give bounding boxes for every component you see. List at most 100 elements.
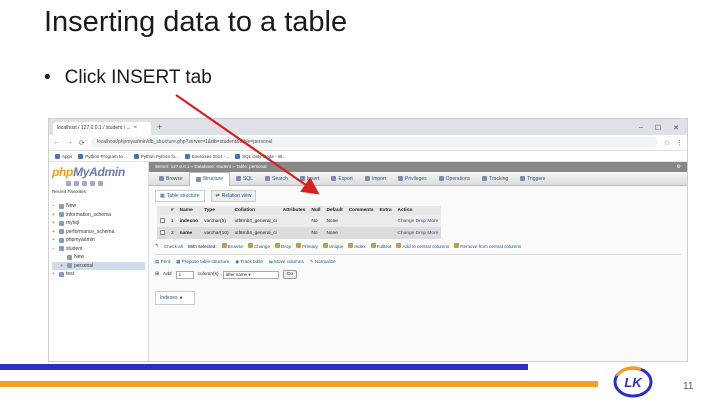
tab-import[interactable]: Import [359, 172, 392, 186]
tree-item-student[interactable]: – student [52, 245, 145, 254]
reload-nav-icon[interactable] [98, 181, 103, 186]
bookmark-item[interactable]: Apps [55, 153, 72, 159]
tab-sql[interactable]: SQL [230, 172, 259, 186]
row-checkbox[interactable] [160, 217, 165, 223]
index-action[interactable]: Index [348, 243, 366, 249]
unique-action[interactable]: Unique [322, 243, 343, 249]
bookmark-icon [184, 153, 190, 159]
expand-icon[interactable]: + [52, 212, 57, 218]
indexes-toggle[interactable]: Indexes ● [155, 291, 195, 305]
expand-icon[interactable]: + [60, 263, 65, 269]
sql-icon [235, 176, 241, 181]
tab-export[interactable]: Export [325, 172, 358, 186]
check-all-link[interactable]: Check all [164, 244, 183, 249]
tab-title: localhost / 127.0.0.1 / student / ... [57, 125, 131, 131]
add-central-action[interactable]: Add to central columns [396, 243, 449, 249]
tab-privileges[interactable]: Privileges [392, 172, 433, 186]
go-button[interactable]: Go [282, 270, 298, 279]
back-icon[interactable]: ← [53, 139, 60, 146]
tree-item-information-schema[interactable]: + information_schema [52, 211, 145, 220]
database-icon [59, 229, 64, 235]
subtab-table-structure[interactable]: ▦ Table structure [155, 190, 205, 202]
bookmark-icon [235, 153, 241, 159]
star-icon[interactable]: ☆ [664, 139, 670, 147]
pencil-icon [247, 243, 253, 248]
tab-operations[interactable]: Operations [433, 172, 476, 186]
drop-link[interactable]: Drop [416, 231, 426, 236]
tab-insert[interactable]: Insert [294, 172, 326, 186]
columns-table: # Name Type Collation Attributes Null De… [157, 206, 442, 239]
tree-item-performance-schema[interactable]: + performance_schema [52, 228, 145, 237]
recent-favorites[interactable]: Recent Favorites [52, 189, 145, 194]
browser-tab[interactable]: localhost / 127.0.0.1 / student / ... × [53, 122, 151, 135]
url-field[interactable]: localhost/phpmyadmin/db_structure.php?se… [90, 137, 658, 148]
remove-central-action[interactable]: Remove from central columns [454, 243, 521, 249]
minimize-icon[interactable]: – [639, 124, 643, 132]
expand-icon[interactable]: + [52, 220, 57, 226]
expand-icon[interactable]: + [52, 229, 57, 235]
normalize-link[interactable]: ✎ Normalize [310, 259, 336, 265]
drop-action[interactable]: Drop [275, 243, 291, 249]
bookmark-item[interactable]: Python Python fo... [133, 153, 179, 159]
logout-icon[interactable] [74, 181, 79, 186]
browse-action[interactable]: Browse [221, 243, 243, 249]
docs-icon[interactable] [82, 181, 87, 186]
page-number: 11 [683, 381, 694, 392]
menu-dots-icon[interactable]: ⋮ [676, 139, 683, 147]
tree-item-new[interactable]: – New [52, 202, 145, 211]
track-table-link[interactable]: ◉ Track table [235, 259, 263, 265]
tree-item-mysql[interactable]: + mysql [52, 219, 145, 228]
fulltext-action[interactable]: Fulltext [370, 243, 391, 249]
bookmark-item[interactable]: SQL Only Mode - W... [235, 153, 286, 159]
tab-browse[interactable]: Browse [153, 172, 189, 186]
tab-triggers[interactable]: Triggers [514, 172, 551, 186]
database-icon [59, 212, 64, 218]
drop-link[interactable]: Drop [416, 219, 426, 224]
tab-close-icon[interactable]: × [134, 125, 138, 132]
screenshot-window: localhost / 127.0.0.1 / student / ... × … [48, 118, 688, 362]
add-icon [396, 243, 402, 248]
settings-icon[interactable] [90, 181, 95, 186]
row-checkbox[interactable] [160, 229, 165, 235]
new-tab-icon[interactable]: + [157, 122, 162, 132]
tab-search[interactable]: Search [259, 172, 294, 186]
tree-item-test[interactable]: + test [52, 270, 145, 279]
slide-title: Inserting data to a table [44, 6, 348, 38]
change-link[interactable]: Change [398, 219, 415, 224]
tree-item-phpmyadmin[interactable]: + phpmyadmin [52, 236, 145, 245]
table-icon [67, 263, 72, 269]
primary-action[interactable]: Primary [296, 243, 318, 249]
tab-structure[interactable]: Structure [188, 171, 230, 186]
maximize-icon[interactable]: ☐ [655, 124, 661, 132]
propose-structure-link[interactable]: ▦ Propose table structure [176, 259, 229, 265]
more-link[interactable]: More [427, 231, 438, 236]
forward-icon[interactable]: → [66, 139, 73, 146]
change-action[interactable]: Change [247, 243, 270, 249]
move-columns-link[interactable]: ⇆ Move columns [269, 259, 304, 265]
triggers-icon [520, 176, 526, 181]
add-count-input[interactable]: 1 [175, 270, 194, 279]
add-columns-icon: ⊞ [155, 272, 160, 277]
drop-icon [275, 243, 281, 248]
apps-icon [55, 153, 60, 159]
position-select[interactable]: after name ▾ [222, 270, 279, 279]
tree-item-personal[interactable]: + personal [52, 261, 145, 270]
gear-icon[interactable]: ⚙ [677, 164, 681, 170]
more-link[interactable]: More [427, 219, 438, 224]
change-link[interactable]: Change [398, 231, 415, 236]
bookmark-item[interactable]: Python Program to ... [78, 153, 128, 159]
unique-icon [322, 243, 328, 248]
tree-item-student-new[interactable]: New [52, 253, 145, 262]
subtab-relation-view[interactable]: ⇄ Relation view [210, 190, 257, 202]
tab-tracking[interactable]: Tracking [476, 172, 514, 186]
bookmark-item[interactable]: Exercises 2014 -... [184, 153, 229, 159]
bullet-dot: • [44, 67, 51, 88]
collapse-icon[interactable]: – [52, 246, 57, 252]
expand-icon[interactable]: + [52, 237, 57, 243]
home-icon[interactable] [66, 181, 71, 186]
expand-icon[interactable]: + [52, 271, 57, 277]
reload-icon[interactable]: ⟳ [79, 139, 85, 147]
privileges-icon [397, 176, 403, 181]
print-link[interactable]: ▤ Print [155, 259, 170, 265]
close-window-icon[interactable]: ✕ [673, 124, 679, 132]
